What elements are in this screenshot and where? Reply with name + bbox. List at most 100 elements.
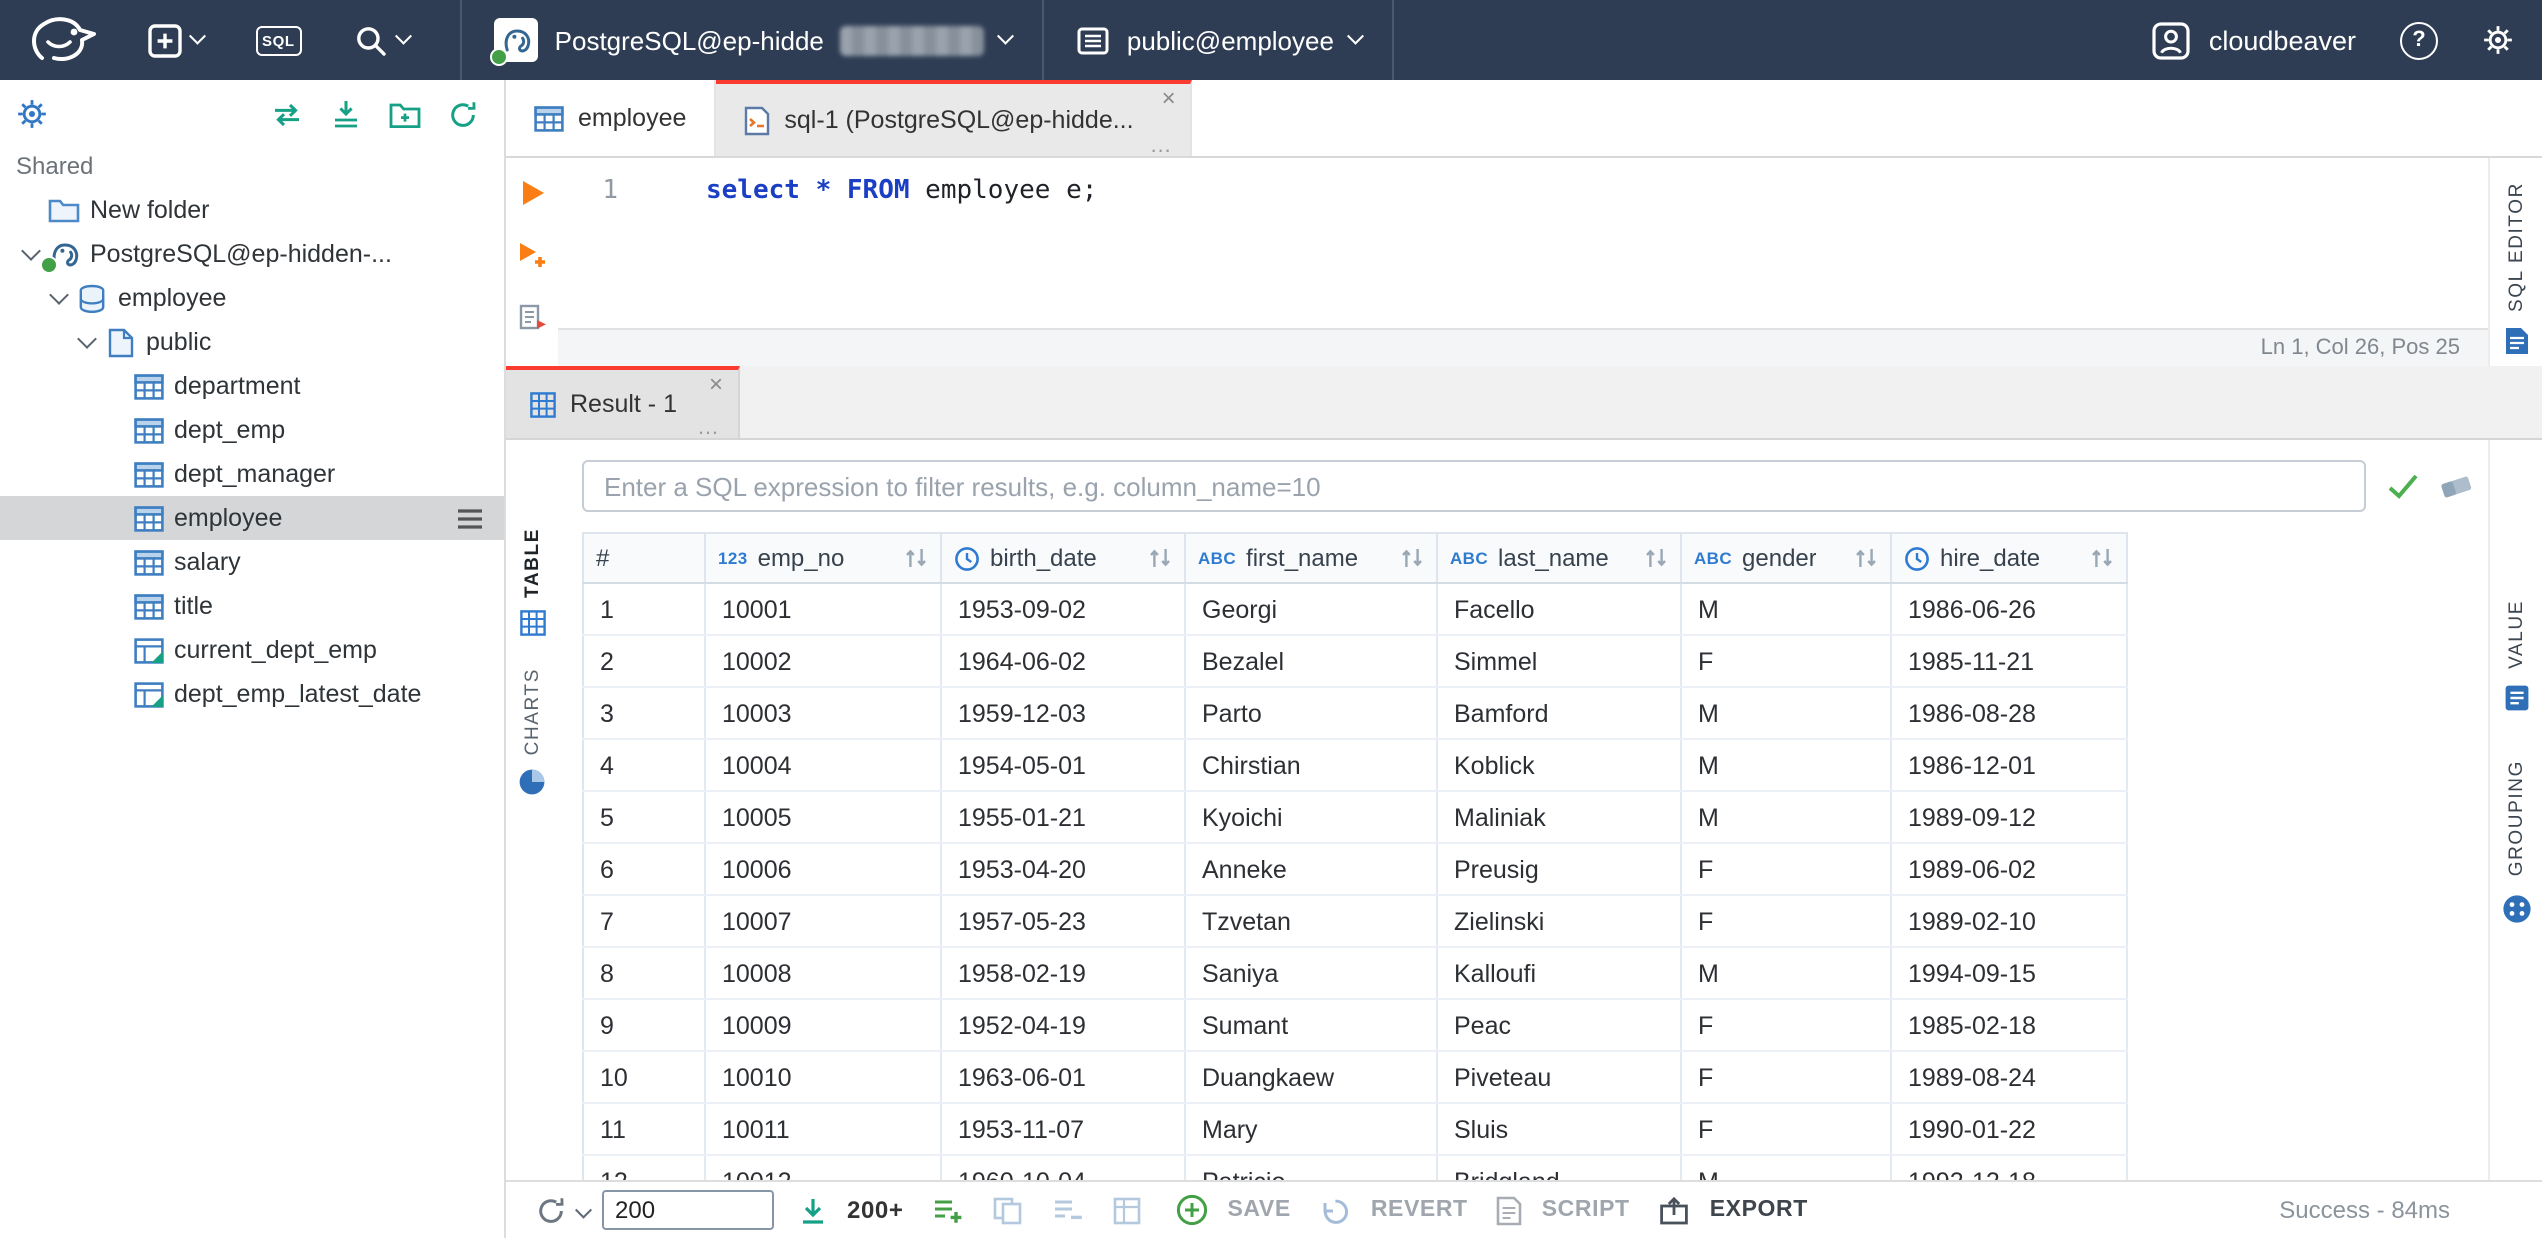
sync-connections-icon[interactable] [270,99,304,129]
grid-cell[interactable]: Kyoichi [1185,791,1438,844]
grid-cell[interactable]: Peac [1437,999,1682,1052]
tab-sql-1[interactable]: sql-1 (PostgreSQL@ep-hidde... × … [716,80,1192,157]
grid-cell[interactable]: 1989-06-02 [1891,843,2128,896]
column-header-last_name[interactable]: ABC last_name [1437,533,1682,584]
grouping-panel-icon[interactable] [2501,893,2531,923]
duplicate-row-icon[interactable] [991,1195,1023,1225]
column-header-first_name[interactable]: ABC first_name [1185,533,1438,584]
tree-item-dept-emp[interactable]: dept_emp [0,408,504,452]
execute-script-button[interactable] [517,240,547,270]
row-index[interactable]: 8 [583,947,706,1000]
settings-button[interactable] [2482,24,2514,56]
delete-row-icon[interactable] [1051,1195,1083,1225]
value-panel-icon[interactable] [2503,685,2529,713]
grid-cell[interactable]: 1958-02-19 [941,947,1186,1000]
expand-chevron-icon[interactable] [76,329,96,349]
sql-editor-strip-icon[interactable] [2503,326,2529,356]
edit-grid-icon[interactable] [1111,1195,1143,1225]
grid-cell[interactable]: 10004 [705,739,942,792]
search-connections-button[interactable] [354,23,411,57]
grid-cell[interactable]: Zielinski [1437,895,1682,948]
grid-cell[interactable]: M [1681,947,1892,1000]
grid-cell[interactable]: 1953-11-07 [941,1103,1186,1156]
grid-cell[interactable]: Chirstian [1185,739,1438,792]
grid-cell[interactable]: 1986-12-01 [1891,739,2128,792]
grid-cell[interactable]: 1985-11-21 [1891,635,2128,688]
grid-cell[interactable]: 10003 [705,687,942,740]
apply-filter-icon[interactable] [2386,472,2420,500]
grid-cell[interactable]: F [1681,895,1892,948]
tree-item-salary[interactable]: salary [0,540,504,584]
tree-item-dept-emp-latest-date[interactable]: dept_emp_latest_date [0,672,504,716]
grid-cell[interactable]: 10008 [705,947,942,1000]
tree-item-title[interactable]: title [0,584,504,628]
tab-result-1[interactable]: Result - 1 × … [506,366,739,439]
grid-cell[interactable]: F [1681,843,1892,896]
column-header-gender[interactable]: ABC gender [1681,533,1892,584]
row-index[interactable]: 3 [583,687,706,740]
tree-item-current-dept-emp[interactable]: current_dept_emp [0,628,504,672]
connection-selector[interactable]: PostgreSQL@ep-hidde [463,0,1043,80]
export-button[interactable]: EXPORT [1658,1195,1808,1225]
drag-handle-icon[interactable] [456,507,484,529]
tree-item-employee[interactable]: employee [0,496,504,540]
execute-query-button[interactable] [519,178,545,208]
grid-cell[interactable]: Bamford [1437,687,1682,740]
sort-icon[interactable] [904,546,928,570]
sidebar-settings-icon[interactable] [16,98,48,130]
row-index[interactable]: 10 [583,1051,706,1104]
user-menu[interactable]: cloudbeaver [2153,21,2356,59]
column-header-birth_date[interactable]: birth_date [941,533,1186,584]
tree-item-employee[interactable]: employee [0,276,504,320]
tab-employee[interactable]: employee [506,80,717,156]
more-icon[interactable]: … [1150,135,1172,157]
grid-cell[interactable]: 1986-08-28 [1891,687,2128,740]
grid-cell[interactable]: 1959-12-03 [941,687,1186,740]
grid-cell[interactable]: M [1681,739,1892,792]
grid-cell[interactable]: 1963-06-01 [941,1051,1186,1104]
grid-cell[interactable]: 10002 [705,635,942,688]
add-folder-icon[interactable] [388,99,422,129]
grid-cell[interactable]: Mary [1185,1103,1438,1156]
grid-cell[interactable]: 1964-06-02 [941,635,1186,688]
grid-cell[interactable]: Simmel [1437,635,1682,688]
grid-cell[interactable]: Maliniak [1437,791,1682,844]
tree-item-dept-manager[interactable]: dept_manager [0,452,504,496]
grid-cell[interactable]: F [1681,635,1892,688]
grid-cell[interactable]: Bridgland [1437,1155,1682,1180]
row-index[interactable]: 1 [583,583,706,636]
grid-cell[interactable]: 1985-02-18 [1891,999,2128,1052]
grid-cell[interactable]: M [1681,583,1892,636]
tab-charts-view[interactable]: CHARTS [518,668,546,795]
add-row-icon[interactable] [931,1195,963,1225]
script-button[interactable]: SCRIPT [1496,1195,1630,1225]
column-header-hire_date[interactable]: hire_date [1891,533,2128,584]
grid-cell[interactable]: F [1681,999,1892,1052]
grid-cell[interactable]: F [1681,1051,1892,1104]
grid-cell[interactable]: 10006 [705,843,942,896]
expand-chevron-icon[interactable] [48,285,68,305]
filter-input[interactable] [582,460,2366,512]
sql-editor-vertical-tab[interactable]: SQL EDITOR [2505,182,2527,312]
grid-cell[interactable]: Saniya [1185,947,1438,1000]
fetch-more-button[interactable]: 200+ [797,1195,903,1225]
grid-cell[interactable]: 1953-04-20 [941,843,1186,896]
more-icon[interactable]: … [697,417,719,439]
help-button[interactable]: ? [2400,21,2438,59]
collapse-all-icon[interactable] [330,98,362,130]
row-limit-input[interactable] [601,1190,773,1230]
row-index[interactable]: 11 [583,1103,706,1156]
grid-cell[interactable]: 1992-12-18 [1891,1155,2128,1180]
grid-cell[interactable]: 10007 [705,895,942,948]
revert-button[interactable]: REVERT [1319,1195,1468,1225]
explain-plan-button[interactable] [517,302,547,332]
close-icon[interactable]: × [709,372,723,396]
grid-cell[interactable]: 1994-09-15 [1891,947,2128,1000]
row-index[interactable]: 5 [583,791,706,844]
tree-item-public[interactable]: public [0,320,504,364]
tree-item-postgresql-ep-hidden-[interactable]: PostgreSQL@ep-hidden-... [0,232,504,276]
clear-filter-icon[interactable] [2440,472,2472,500]
grid-cell[interactable]: 10010 [705,1051,942,1104]
row-index[interactable]: 6 [583,843,706,896]
grid-cell[interactable]: Kalloufi [1437,947,1682,1000]
